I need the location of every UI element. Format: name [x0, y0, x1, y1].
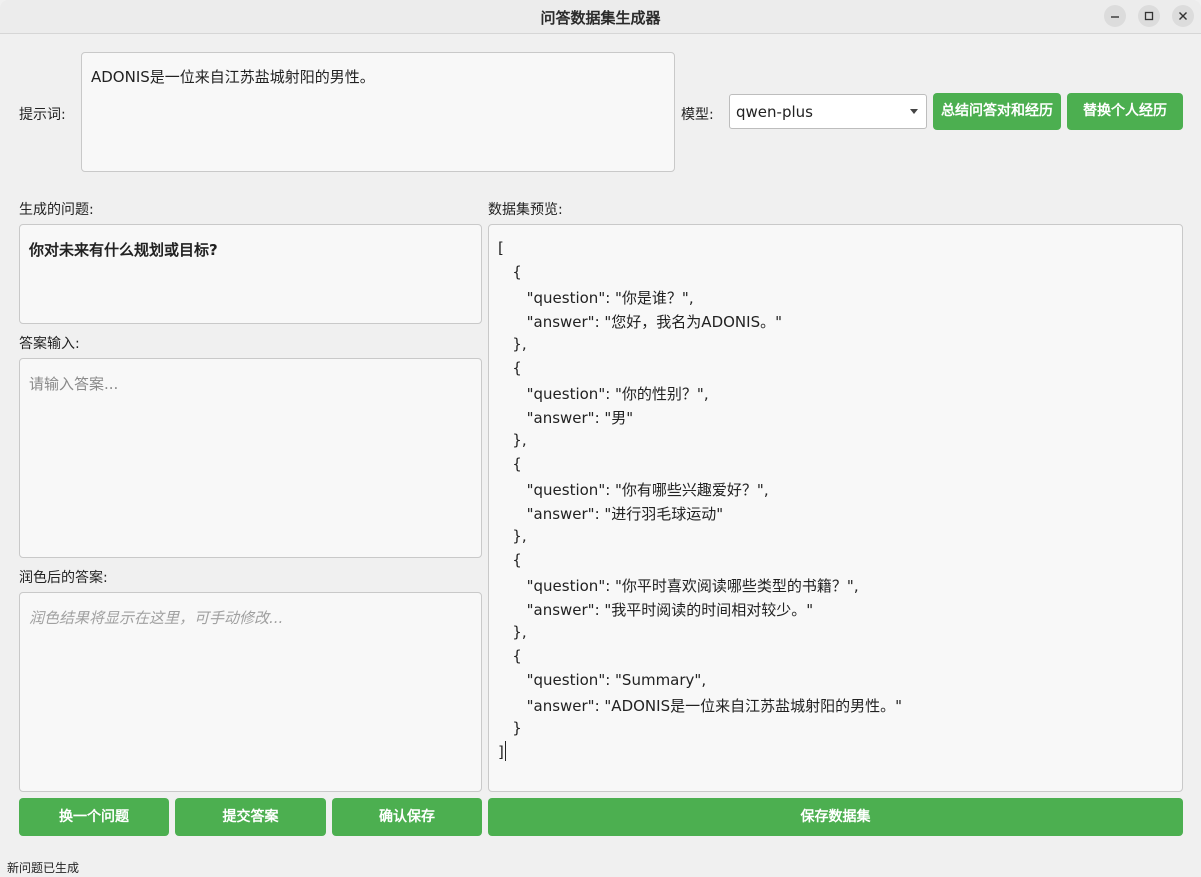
json-line: "answer": "您好，我名为ADONIS。" — [498, 313, 782, 331]
json-line: }, — [498, 335, 527, 353]
question-label: 生成的问题: — [19, 202, 94, 218]
summarize-button[interactable]: 总结问答对和经历 — [933, 93, 1061, 130]
chevron-down-icon — [910, 109, 918, 114]
json-line: "answer": "进行羽毛球运动" — [498, 505, 724, 523]
prompt-input[interactable]: ADONIS是一位来自江苏盐城射阳的男性。 — [81, 52, 675, 172]
json-line: "question": "你有哪些兴趣爱好？", — [498, 481, 769, 499]
maximize-button[interactable] — [1138, 5, 1160, 27]
dataset-preview[interactable]: [ { "question": "你是谁？", "answer": "您好，我名… — [488, 224, 1183, 792]
polished-label: 润色后的答案: — [19, 570, 108, 586]
submit-answer-button[interactable]: 提交答案 — [175, 798, 326, 836]
json-line: { — [498, 551, 522, 569]
json-line: "answer": "男" — [498, 409, 634, 427]
close-icon — [1179, 12, 1187, 20]
model-label: 模型: — [681, 107, 714, 123]
close-button[interactable] — [1172, 5, 1194, 27]
question-text: 你对未来有什么规划或目标? — [29, 241, 218, 259]
json-line: { — [498, 263, 522, 281]
json-line: { — [498, 647, 522, 665]
json-line: "answer": "我平时阅读的时间相对较少。" — [498, 601, 814, 619]
json-line: ] — [498, 743, 504, 761]
title-bar: 问答数据集生成器 — [0, 0, 1201, 34]
minimize-button[interactable] — [1104, 5, 1126, 27]
answer-input[interactable]: 请输入答案... — [19, 358, 482, 558]
minimize-icon — [1111, 16, 1119, 18]
save-dataset-button[interactable]: 保存数据集 — [488, 798, 1183, 836]
json-line: "question": "你的性别？", — [498, 385, 709, 403]
replace-experience-button[interactable]: 替换个人经历 — [1067, 93, 1183, 130]
model-select[interactable]: qwen-plus — [729, 94, 927, 129]
json-line: "question": "你平时喜欢阅读哪些类型的书籍？", — [498, 577, 859, 595]
answer-placeholder: 请输入答案... — [29, 375, 119, 393]
prompt-label: 提示词: — [19, 107, 66, 123]
json-line: }, — [498, 527, 527, 545]
question-display: 你对未来有什么规划或目标? — [19, 224, 482, 324]
answer-label: 答案输入: — [19, 336, 80, 352]
dataset-label: 数据集预览: — [488, 202, 563, 218]
polished-answer-input[interactable]: 润色结果将显示在这里，可手动修改... — [19, 592, 482, 792]
text-cursor — [505, 741, 506, 761]
json-line: "question": "Summary", — [498, 671, 707, 689]
status-bar: 新问题已生成 — [7, 861, 80, 875]
json-line: }, — [498, 623, 527, 641]
polished-placeholder: 润色结果将显示在这里，可手动修改... — [29, 609, 284, 627]
maximize-icon — [1144, 11, 1154, 21]
json-line: { — [498, 455, 522, 473]
json-line: "answer": "ADONIS是一位来自江苏盐城射阳的男性。" — [498, 697, 902, 715]
next-question-button[interactable]: 换一个问题 — [19, 798, 169, 836]
json-line: { — [498, 359, 522, 377]
json-line: [ — [498, 239, 504, 257]
json-line: } — [498, 719, 522, 737]
window-title: 问答数据集生成器 — [540, 9, 661, 27]
json-line: }, — [498, 431, 527, 449]
json-line: "question": "你是谁？", — [498, 289, 694, 307]
model-selected-value: qwen-plus — [736, 103, 813, 121]
confirm-save-button[interactable]: 确认保存 — [332, 798, 482, 836]
prompt-text: ADONIS是一位来自江苏盐城射阳的男性。 — [91, 68, 375, 86]
